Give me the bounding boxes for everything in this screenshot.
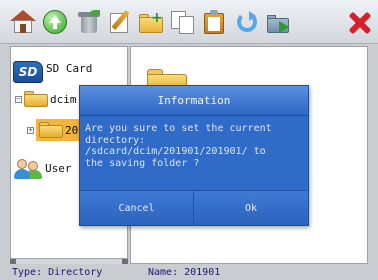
selected-highlight: 20: [36, 119, 82, 141]
scroll-left-arrow[interactable]: [10, 259, 16, 264]
toolbar: +: [0, 0, 378, 44]
up-icon[interactable]: [42, 10, 68, 34]
dialog-title: Information: [80, 86, 308, 116]
sdcard-badge: SD: [18, 65, 38, 79]
tree-item-user[interactable]: User: [13, 157, 72, 179]
dialog-message: Are you sure to set the current director…: [85, 123, 272, 169]
users-icon: [13, 157, 43, 179]
copy-icon[interactable]: [170, 10, 196, 34]
tree-item-label: 20: [65, 123, 79, 137]
home-icon[interactable]: [10, 10, 36, 34]
tree-item-label: dcim: [50, 92, 77, 106]
tree-item-dcim[interactable]: − dcim: [15, 91, 77, 107]
status-bar: Type: Directory Name: 201901: [0, 266, 378, 280]
collapse-toggle[interactable]: −: [15, 95, 22, 103]
horizontal-scrollbar[interactable]: [10, 258, 128, 264]
status-name: Name: 201901: [148, 267, 221, 278]
recycle-bin-icon[interactable]: [76, 10, 102, 34]
new-folder-icon[interactable]: +: [138, 10, 164, 34]
tree-item-201901[interactable]: + 20: [27, 119, 82, 141]
status-type: Type: Directory: [12, 267, 103, 278]
expand-toggle[interactable]: +: [27, 126, 34, 134]
paste-icon[interactable]: [202, 10, 228, 34]
tree-item-sdcard[interactable]: SD SD Card: [13, 61, 92, 83]
folder-icon: [39, 122, 63, 138]
folder-icon: [24, 91, 48, 107]
information-dialog: Information Are you sure to set the curr…: [79, 85, 309, 226]
move-icon[interactable]: [266, 10, 292, 34]
ok-button[interactable]: Ok: [194, 190, 308, 225]
edit-icon[interactable]: [108, 9, 134, 34]
sdcard-icon: SD: [13, 61, 43, 83]
tree-item-label: SD Card: [46, 61, 93, 75]
close-icon[interactable]: [346, 10, 372, 35]
refresh-icon[interactable]: [234, 10, 260, 34]
tree-item-label: User: [45, 161, 72, 175]
cancel-button[interactable]: Cancel: [80, 190, 194, 225]
scroll-right-arrow[interactable]: [122, 259, 128, 264]
